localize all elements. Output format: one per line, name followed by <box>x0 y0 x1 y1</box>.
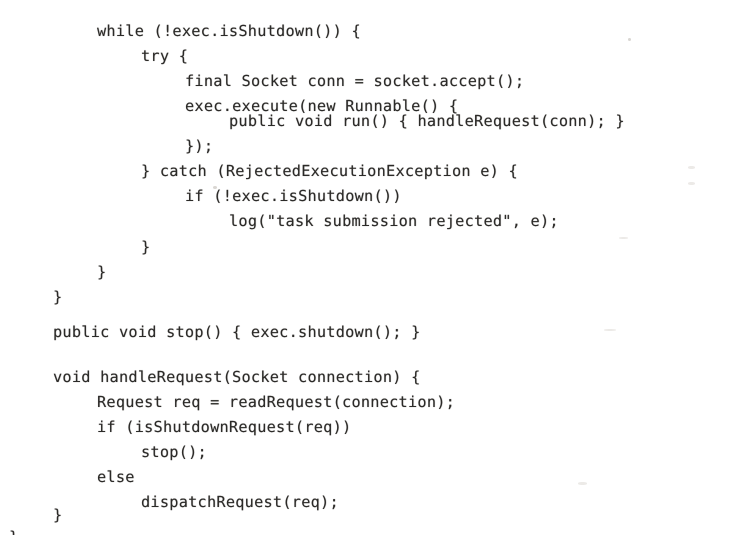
code-line: } catch (RejectedExecutionException e) { <box>141 162 518 180</box>
scan-speck <box>688 182 695 185</box>
code-line: } <box>97 263 107 281</box>
code-line: }); <box>185 137 214 155</box>
scan-speck <box>688 166 695 169</box>
code-line: if (!exec.isShutdown()) <box>185 187 402 205</box>
code-line: while (!exec.isShutdown()) { <box>97 22 361 40</box>
scan-speck <box>619 237 628 239</box>
code-line: } <box>141 238 151 256</box>
code-line: public void stop() { exec.shutdown(); } <box>53 323 421 341</box>
code-line: void handleRequest(Socket connection) { <box>53 368 421 386</box>
code-line: final Socket conn = socket.accept(); <box>185 72 525 90</box>
code-line: } <box>53 506 63 524</box>
code-line: if (isShutdownRequest(req)) <box>97 418 352 436</box>
scan-speck <box>628 38 631 41</box>
scan-speck <box>578 482 587 485</box>
code-line: else <box>97 468 135 486</box>
code-line: try { <box>141 47 189 65</box>
code-line: Request req = readRequest(connection); <box>97 393 456 411</box>
code-line: } <box>9 525 18 535</box>
code-line: } <box>53 288 63 306</box>
scanned-page: while (!exec.isShutdown()) { try { final S… <box>0 0 741 535</box>
scan-speck <box>213 186 217 189</box>
code-line: log("task submission rejected", e); <box>229 212 559 230</box>
code-listing: while (!exec.isShutdown()) { try { final S… <box>0 13 741 535</box>
code-line: public void run() { handleRequest(conn);… <box>229 112 625 130</box>
scan-speck <box>604 329 616 331</box>
code-line: dispatchRequest(req); <box>141 493 339 511</box>
code-line: stop(); <box>141 443 207 461</box>
